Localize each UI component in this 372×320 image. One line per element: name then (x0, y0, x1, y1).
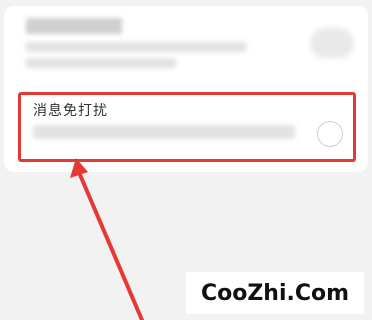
arrow-shaft (76, 168, 144, 320)
redacted-toggle[interactable] (310, 28, 354, 58)
redacted-row-subtitle (26, 42, 246, 52)
redacted-row-detail (26, 58, 176, 68)
settings-card: 消息免打扰 (4, 6, 368, 172)
redacted-row-title (26, 18, 122, 34)
dnd-label: 消息免打扰 (33, 103, 108, 119)
dnd-setting-row[interactable]: 消息免打扰 (18, 92, 356, 162)
redacted-dnd-description (33, 125, 295, 139)
dnd-toggle-switch[interactable] (317, 121, 343, 147)
watermark: CooZhi.Com (186, 272, 364, 314)
